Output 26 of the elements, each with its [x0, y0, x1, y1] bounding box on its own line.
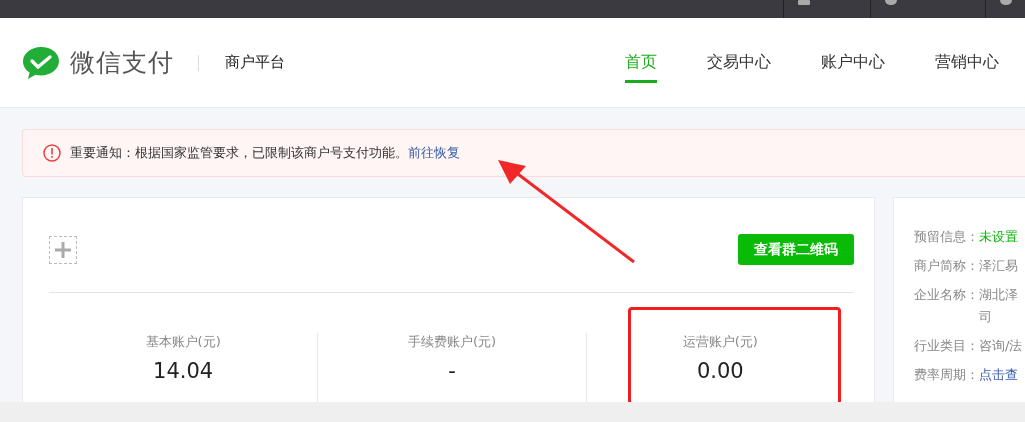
account-balance: - [448, 359, 456, 383]
platform-title: 商户平台 [225, 53, 285, 72]
info-value: 泽汇易 [979, 257, 1019, 275]
info-label: 预留信息： [914, 228, 979, 246]
notice-text: 重要通知：根据国家监管要求，已限制该商户号支付功能。 [70, 144, 408, 162]
info-value: 咨询/法 [979, 337, 1024, 355]
nav-tab[interactable]: 交易中心 [707, 18, 771, 107]
account-balance: 14.04 [153, 359, 214, 383]
nav-tab[interactable]: 营销中心 [935, 18, 999, 107]
brand-name: 微信支付 [70, 47, 174, 79]
info-value: 未设置 [979, 228, 1019, 246]
restore-link[interactable]: 前往恢复 [408, 144, 460, 162]
info-label: 企业名称： [914, 286, 979, 304]
account-label: 手续费账户(元) [407, 333, 497, 351]
info-label: 行业类目： [914, 337, 979, 355]
alert-icon [43, 144, 61, 162]
info-value: 湖北泽司 [979, 286, 1019, 326]
info-link[interactable]: 点击查 [979, 364, 1025, 386]
nav-tab[interactable]: 账户中心 [821, 18, 885, 107]
account-label: 基本账户(元) [145, 333, 221, 351]
logo-icon [22, 45, 60, 80]
info-label: 费率周期： [914, 366, 979, 384]
account-balance: 0.00 [696, 359, 744, 383]
plus-icon [55, 241, 71, 258]
info-label: 商户简称： [914, 257, 979, 275]
account-label: 运营账户(元) [682, 333, 758, 351]
